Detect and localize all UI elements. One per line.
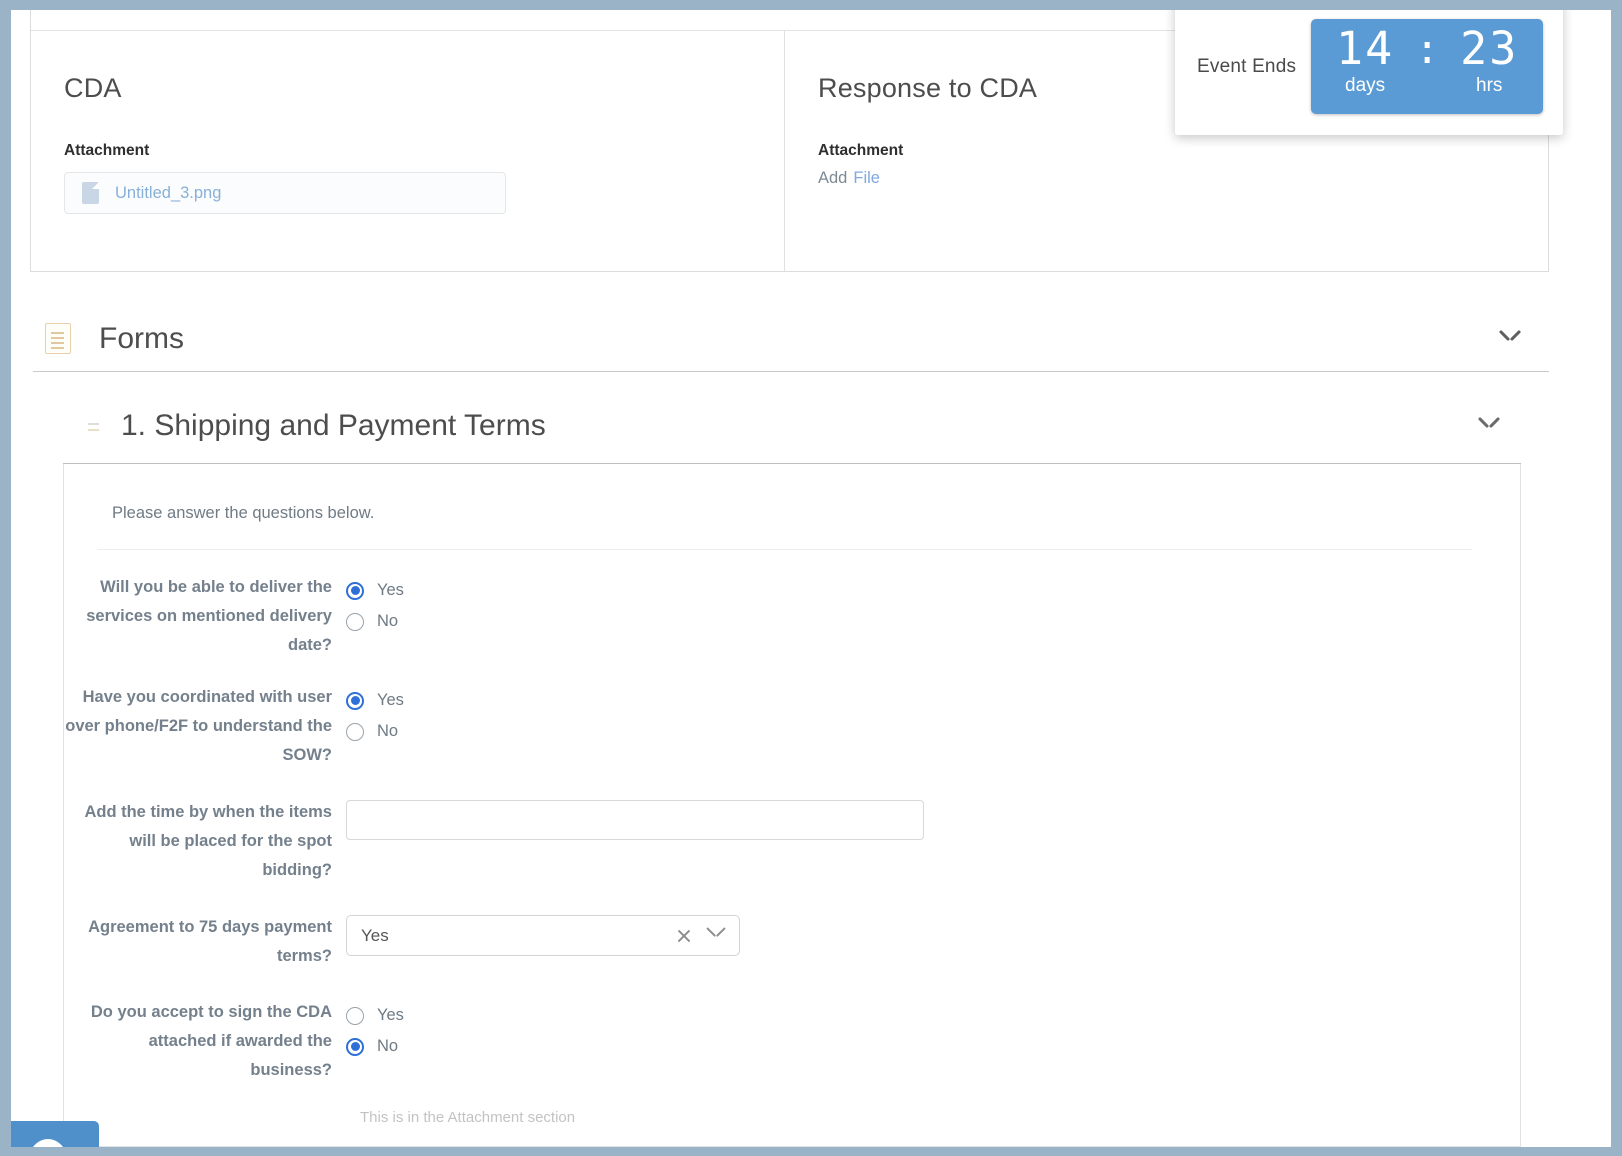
cda-file-name[interactable]: Untitled_3.png <box>115 184 221 203</box>
event-countdown-panel: Event Ends 14 days : 23 hrs <box>1175 10 1563 135</box>
spot-bidding-time-input[interactable] <box>346 800 924 840</box>
chat-bubble-icon <box>29 1139 67 1147</box>
question-2-option-no[interactable]: No <box>346 716 1520 747</box>
document-icon <box>82 182 99 204</box>
question-5-field: Yes No <box>346 998 1520 1085</box>
radio-button-yes-q5[interactable] <box>346 1006 364 1025</box>
question-5-option-no[interactable]: No <box>346 1031 1520 1062</box>
forms-title: Forms <box>99 321 184 355</box>
question-3-field <box>346 798 1520 885</box>
page-content: CDA Attachment Untitled_3.png Response t… <box>11 10 1611 1147</box>
countdown-days: 14 days <box>1317 25 1413 97</box>
question-row-1: Will you be able to deliver the services… <box>64 573 1520 660</box>
response-attachment-label: Attachment <box>818 142 904 159</box>
question-row-2: Have you coordinated with user over phon… <box>64 683 1520 770</box>
question-2-option-yes[interactable]: Yes <box>346 685 1520 716</box>
add-file-row: Add File <box>818 169 1518 188</box>
cda-column: CDA Attachment Untitled_3.png <box>64 31 764 214</box>
form-intro-divider <box>97 549 1472 550</box>
countdown-days-unit: days <box>1345 75 1386 96</box>
window-frame: CDA Attachment Untitled_3.png Response t… <box>0 0 1622 1156</box>
payment-terms-select[interactable]: Yes <box>346 915 740 956</box>
chevron-down-icon-section-1[interactable] <box>1478 420 1500 432</box>
question-row-5: Do you accept to sign the CDA attached i… <box>64 998 1520 1085</box>
radio-label-yes-q1: Yes <box>377 581 404 599</box>
cda-attachment-label: Attachment <box>64 142 150 159</box>
forms-section-header[interactable]: Forms <box>33 306 1549 372</box>
question-3-label: Add the time by when the items will be p… <box>84 803 332 879</box>
countdown-hours-unit: hrs <box>1476 75 1503 96</box>
form-section-1-body: Please answer the questions below. Will … <box>63 464 1521 1147</box>
question-1-label: Will you be able to deliver the services… <box>86 578 332 654</box>
question-row-3: Add the time by when the items will be p… <box>64 798 1520 885</box>
clear-selection-icon[interactable] <box>674 926 694 946</box>
chevron-down-icon-select[interactable] <box>706 930 726 941</box>
attachment-helper-text: This is in the Attachment section <box>360 1109 576 1126</box>
radio-button-no-q1[interactable] <box>346 612 364 631</box>
form-section-1-header[interactable]: 1. Shipping and Payment Terms <box>63 388 1521 464</box>
payment-terms-selected-value: Yes <box>361 925 389 945</box>
chevron-down-icon-forms[interactable] <box>1499 333 1521 345</box>
forms-document-icon <box>45 323 71 354</box>
question-2-label: Have you coordinated with user over phon… <box>65 688 332 764</box>
radio-label-no-q5: No <box>377 1037 399 1055</box>
radio-button-yes-q1[interactable] <box>346 581 364 600</box>
add-file-text: Add <box>818 169 848 187</box>
radio-button-yes-q2[interactable] <box>346 691 364 710</box>
countdown-separator: : <box>1415 27 1440 73</box>
radio-label-no-q2: No <box>377 722 399 740</box>
event-ends-label: Event Ends <box>1197 55 1297 77</box>
chat-support-widget[interactable] <box>11 1121 99 1147</box>
question-2-field: Yes No <box>346 683 1520 770</box>
question-5-option-yes[interactable]: Yes <box>346 1000 1520 1031</box>
radio-button-no-q2[interactable] <box>346 722 364 741</box>
countdown-days-value: 14 <box>1336 22 1395 75</box>
form-section-1-title: 1. Shipping and Payment Terms <box>121 408 546 442</box>
radio-button-no-q5[interactable] <box>346 1037 364 1056</box>
question-1-option-yes[interactable]: Yes <box>346 575 1520 606</box>
section-marker-icon <box>88 417 100 435</box>
cda-file-chip[interactable]: Untitled_3.png <box>64 172 506 214</box>
radio-label-yes-q5: Yes <box>377 1006 404 1024</box>
question-1-field: Yes No <box>346 573 1520 660</box>
radio-label-no-q1: No <box>377 612 399 630</box>
question-4-field: Yes <box>346 913 1520 971</box>
add-file-link[interactable]: File <box>853 169 880 187</box>
radio-label-yes-q2: Yes <box>377 691 404 709</box>
cda-title: CDA <box>64 73 122 103</box>
question-1-option-no[interactable]: No <box>346 606 1520 637</box>
form-intro-text: Please answer the questions below. <box>112 504 375 522</box>
card-vertical-divider <box>784 31 785 271</box>
form-section-1: 1. Shipping and Payment Terms Please ans… <box>63 388 1521 1147</box>
question-5-label: Do you accept to sign the CDA attached i… <box>90 1003 332 1079</box>
question-row-4: Agreement to 75 days payment terms? Yes <box>64 913 1520 971</box>
countdown-hours: 23 hrs <box>1441 25 1537 97</box>
countdown-hours-value: 23 <box>1460 22 1519 75</box>
question-4-label: Agreement to 75 days payment terms? <box>88 918 332 965</box>
countdown-timer: 14 days : 23 hrs <box>1311 19 1544 114</box>
